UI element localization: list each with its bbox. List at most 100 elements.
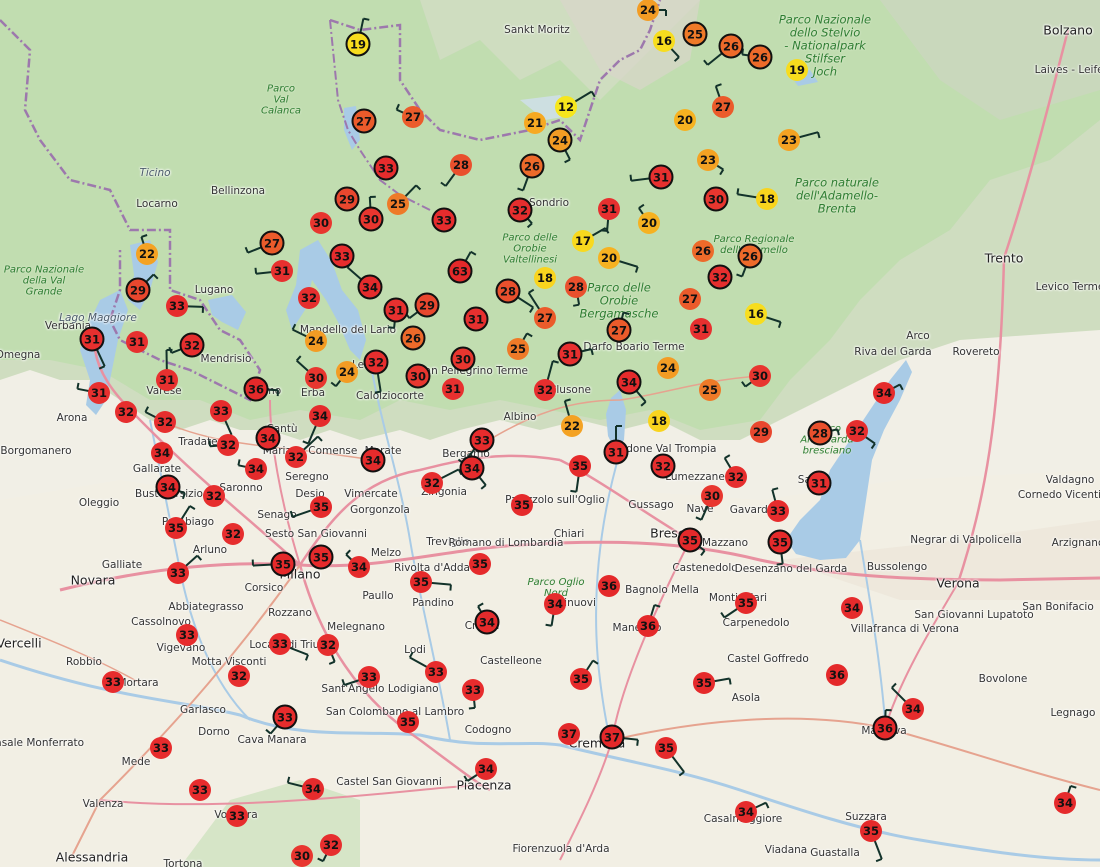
temperature-station-marker[interactable]: 34 — [348, 556, 370, 578]
temperature-station-marker[interactable]: 31 — [598, 198, 620, 220]
temperature-station-marker[interactable]: 24 — [657, 357, 679, 379]
temperature-station-marker[interactable]: 27 — [534, 307, 556, 329]
temperature-station-marker[interactable]: 34 — [902, 698, 924, 720]
temperature-station-marker[interactable]: 31 — [383, 297, 409, 323]
temperature-station-marker[interactable]: 29 — [414, 292, 440, 318]
temperature-station-marker[interactable]: 22 — [136, 243, 158, 265]
temperature-station-marker[interactable]: 34 — [360, 447, 386, 473]
temperature-station-marker[interactable]: 35 — [270, 551, 296, 577]
temperature-station-marker[interactable]: 17 — [572, 230, 594, 252]
temperature-station-marker[interactable]: 33 — [210, 400, 232, 422]
temperature-station-marker[interactable]: 16 — [745, 303, 767, 325]
temperature-station-marker[interactable]: 32 — [650, 453, 676, 479]
temperature-station-marker[interactable]: 30 — [701, 485, 723, 507]
temperature-station-marker[interactable]: 33 — [329, 243, 355, 269]
temperature-station-marker[interactable]: 33 — [462, 679, 484, 701]
temperature-station-marker[interactable]: 25 — [699, 379, 721, 401]
temperature-station-marker[interactable]: 34 — [255, 425, 281, 451]
temperature-station-marker[interactable]: 34 — [151, 442, 173, 464]
temperature-station-marker[interactable]: 19 — [345, 31, 371, 57]
temperature-station-marker[interactable]: 27 — [606, 317, 632, 343]
temperature-station-marker[interactable]: 24 — [547, 127, 573, 153]
temperature-station-marker[interactable]: 33 — [189, 779, 211, 801]
temperature-station-marker[interactable]: 34 — [841, 597, 863, 619]
temperature-station-marker[interactable]: 29 — [750, 421, 772, 443]
temperature-station-marker[interactable]: 24 — [305, 330, 327, 352]
temperature-station-marker[interactable]: 28 — [807, 420, 833, 446]
temperature-station-marker[interactable]: 35 — [511, 494, 533, 516]
map-canvas[interactable]: Sankt MoritzBolzanoLaives - LeifersBelli… — [0, 0, 1100, 867]
temperature-station-marker[interactable]: 33 — [431, 207, 457, 233]
temperature-station-marker[interactable]: 31 — [463, 306, 489, 332]
temperature-station-marker[interactable]: 34 — [735, 801, 757, 823]
temperature-station-marker[interactable]: 32 — [507, 197, 533, 223]
temperature-station-marker[interactable]: 24 — [336, 361, 358, 383]
temperature-station-marker[interactable]: 31 — [88, 382, 110, 404]
temperature-station-marker[interactable]: 31 — [79, 326, 105, 352]
temperature-station-marker[interactable]: 33 — [373, 155, 399, 181]
temperature-station-marker[interactable]: 37 — [558, 723, 580, 745]
temperature-station-marker[interactable]: 23 — [778, 129, 800, 151]
temperature-station-marker[interactable]: 35 — [308, 544, 334, 570]
temperature-station-marker[interactable]: 36 — [826, 664, 848, 686]
temperature-station-marker[interactable]: 35 — [469, 553, 491, 575]
temperature-station-marker[interactable]: 30 — [450, 346, 476, 372]
temperature-station-marker[interactable]: 32 — [421, 472, 443, 494]
temperature-station-marker[interactable]: 34 — [245, 458, 267, 480]
temperature-station-marker[interactable]: 35 — [310, 496, 332, 518]
temperature-station-marker[interactable]: 25 — [507, 338, 529, 360]
temperature-station-marker[interactable]: 31 — [156, 369, 178, 391]
temperature-station-marker[interactable]: 20 — [638, 212, 660, 234]
temperature-station-marker[interactable]: 35 — [397, 711, 419, 733]
temperature-station-marker[interactable]: 32 — [317, 634, 339, 656]
temperature-station-marker[interactable]: 33 — [425, 661, 447, 683]
temperature-station-marker[interactable]: 35 — [677, 527, 703, 553]
temperature-station-marker[interactable]: 30 — [749, 365, 771, 387]
temperature-station-marker[interactable]: 31 — [271, 260, 293, 282]
temperature-station-marker[interactable]: 26 — [737, 243, 763, 269]
temperature-station-marker[interactable]: 26 — [692, 240, 714, 262]
temperature-station-marker[interactable]: 25 — [387, 193, 409, 215]
temperature-station-marker[interactable]: 63 — [447, 258, 473, 284]
temperature-station-marker[interactable]: 30 — [291, 845, 313, 867]
temperature-station-marker[interactable]: 33 — [102, 671, 124, 693]
temperature-station-marker[interactable]: 34 — [616, 369, 642, 395]
temperature-station-marker[interactable]: 35 — [165, 517, 187, 539]
temperature-station-marker[interactable]: 18 — [534, 267, 556, 289]
temperature-station-marker[interactable]: 30 — [305, 367, 327, 389]
temperature-station-marker[interactable]: 32 — [707, 264, 733, 290]
temperature-station-marker[interactable]: 33 — [358, 666, 380, 688]
temperature-station-marker[interactable]: 20 — [674, 109, 696, 131]
temperature-station-marker[interactable]: 34 — [474, 609, 500, 635]
temperature-station-marker[interactable]: 35 — [693, 672, 715, 694]
temperature-station-marker[interactable]: 34 — [302, 778, 324, 800]
temperature-station-marker[interactable]: 31 — [690, 318, 712, 340]
temperature-station-marker[interactable]: 30 — [310, 212, 332, 234]
temperature-station-marker[interactable]: 33 — [166, 295, 188, 317]
temperature-station-marker[interactable]: 35 — [655, 737, 677, 759]
temperature-station-marker[interactable]: 35 — [410, 571, 432, 593]
temperature-station-marker[interactable]: 33 — [150, 737, 172, 759]
temperature-station-marker[interactable]: 35 — [735, 592, 757, 614]
temperature-station-marker[interactable]: 29 — [334, 186, 360, 212]
temperature-station-marker[interactable]: 31 — [648, 164, 674, 190]
temperature-station-marker[interactable]: 28 — [495, 278, 521, 304]
temperature-station-marker[interactable]: 34 — [357, 274, 383, 300]
temperature-station-marker[interactable]: 32 — [115, 401, 137, 423]
temperature-station-marker[interactable]: 32 — [363, 349, 389, 375]
temperature-station-marker[interactable]: 27 — [679, 288, 701, 310]
temperature-station-marker[interactable]: 19 — [786, 59, 808, 81]
temperature-station-marker[interactable]: 37 — [599, 724, 625, 750]
temperature-station-marker[interactable]: 24 — [637, 0, 659, 21]
temperature-station-marker[interactable]: 34 — [873, 382, 895, 404]
temperature-station-marker[interactable]: 34 — [309, 405, 331, 427]
temperature-station-marker[interactable]: 32 — [228, 665, 250, 687]
temperature-station-marker[interactable]: 27 — [259, 230, 285, 256]
temperature-station-marker[interactable]: 34 — [475, 758, 497, 780]
temperature-station-marker[interactable]: 30 — [703, 186, 729, 212]
temperature-station-marker[interactable]: 12 — [555, 96, 577, 118]
temperature-station-marker[interactable]: 32 — [203, 485, 225, 507]
temperature-station-marker[interactable]: 36 — [637, 615, 659, 637]
temperature-station-marker[interactable]: 32 — [320, 834, 342, 856]
temperature-station-marker[interactable]: 26 — [400, 325, 426, 351]
